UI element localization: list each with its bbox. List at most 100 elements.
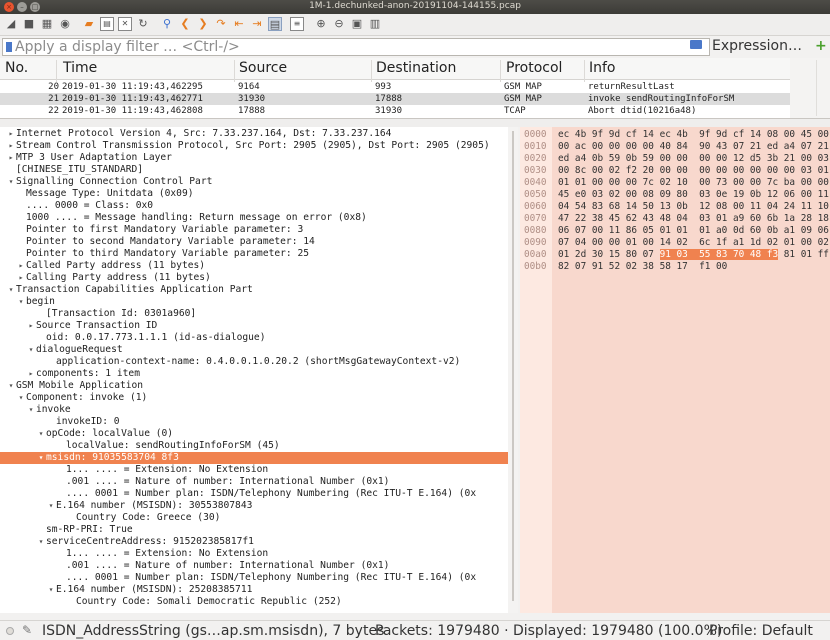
collapse-arrow-icon[interactable]: ▾ (36, 428, 46, 440)
detail-tree-item[interactable]: ▸ MTP 3 User Adaptation Layer (0, 152, 508, 164)
byte-hex-line[interactable]: 04 54 83 68 14 50 13 0b 12 08 00 11 04 2… (558, 201, 829, 213)
detail-tree-item[interactable]: [CHINESE_ITU_STANDARD] (0, 164, 508, 176)
detail-tree-item[interactable]: ▸ Calling Party address (11 bytes) (0, 272, 508, 284)
column-header-destination[interactable]: Destination (376, 60, 456, 76)
detail-tree-item[interactable]: ▾ msisdn: 91035583704 8f3 (0, 452, 508, 464)
expand-arrow-icon[interactable]: ▸ (6, 140, 16, 152)
edit-comment-icon[interactable]: ✎ (22, 623, 32, 637)
detail-tree-item[interactable]: ▾ invoke (0, 404, 508, 416)
find-packet-icon[interactable]: ⚲ (160, 17, 174, 31)
byte-hex-line[interactable]: 00 8c 00 02 f2 20 00 00 00 00 00 00 00 0… (558, 165, 830, 177)
detail-tree-item[interactable]: invokeID: 0 (0, 416, 508, 428)
zoom-out-icon[interactable]: ⊖ (332, 17, 346, 31)
collapse-arrow-icon[interactable]: ▾ (26, 404, 36, 416)
detail-tree-item[interactable]: ▾ serviceCentreAddress: 915202385817f1 (0, 536, 508, 548)
collapse-arrow-icon[interactable]: ▾ (46, 584, 56, 596)
collapse-arrow-icon[interactable]: ▾ (36, 452, 46, 464)
packet-list-scrollbar[interactable] (790, 58, 830, 118)
detail-tree-item[interactable]: ▾ dialogueRequest (0, 344, 508, 356)
save-file-icon[interactable]: ▤ (100, 17, 114, 31)
detail-tree-item[interactable]: ▸ Source Transaction ID (0, 320, 508, 332)
column-header-protocol[interactable]: Protocol (506, 60, 562, 76)
column-header-time[interactable]: Time (63, 60, 97, 76)
apply-filter-arrow-icon[interactable] (690, 40, 702, 49)
collapse-arrow-icon[interactable]: ▾ (6, 380, 16, 392)
open-file-icon[interactable]: ▰ (82, 17, 96, 31)
resize-columns-icon[interactable]: ▥ (368, 17, 382, 31)
detail-tree-item[interactable]: Pointer to third Mandatory Variable para… (0, 248, 508, 260)
detail-tree-item[interactable]: .... 0001 = Number plan: ISDN/Telephony … (0, 488, 508, 500)
go-first-icon[interactable]: ⇤ (232, 17, 246, 31)
expand-arrow-icon[interactable]: ▸ (6, 152, 16, 164)
capture-options-icon[interactable]: ◉ (58, 17, 72, 31)
expand-arrow-icon[interactable]: ▸ (26, 368, 36, 380)
detail-tree-item[interactable]: application-context-name: 0.4.0.0.1.0.20… (0, 356, 508, 368)
packet-row[interactable]: 22 2019-01-30 11:19:43,462808 17888 31930 TC… (0, 105, 790, 117)
normal-size-icon[interactable]: ▣ (350, 17, 364, 31)
detail-tree-item[interactable]: ▾ begin (0, 296, 508, 308)
detail-tree-item[interactable]: ▾ GSM Mobile Application (0, 380, 508, 392)
add-filter-button-icon[interactable]: + (815, 38, 827, 54)
byte-hex-line[interactable]: 47 22 38 45 62 43 48 04 03 01 a9 60 6b 1… (558, 213, 829, 225)
collapse-arrow-icon[interactable]: ▾ (16, 296, 26, 308)
detail-tree-item[interactable]: Message Type: Unitdata (0x09) (0, 188, 508, 200)
detail-tree-item[interactable]: ▸ Called Party address (11 bytes) (0, 260, 508, 272)
go-back-icon[interactable]: ❮ (178, 17, 192, 31)
byte-hex-line[interactable]: 45 e0 03 02 00 08 09 80 03 0e 19 0b 12 0… (558, 189, 829, 201)
byte-hex-line[interactable]: 82 07 91 52 02 38 58 17 f1 00 (558, 261, 727, 273)
details-scrollbar[interactable] (508, 127, 518, 613)
start-capture-icon[interactable]: ◢ (4, 17, 18, 31)
detail-tree-item[interactable]: Pointer to second Mandatory Variable par… (0, 236, 508, 248)
detail-tree-item[interactable]: .001 .... = Nature of number: Internatio… (0, 560, 508, 572)
detail-tree-item[interactable]: ▾ Transaction Capabilities Application Pa… (0, 284, 508, 296)
column-header-no[interactable]: No. (5, 60, 28, 76)
expand-arrow-icon[interactable]: ▸ (6, 128, 16, 140)
go-forward-icon[interactable]: ❯ (196, 17, 210, 31)
status-profile[interactable]: Profile: Default (709, 623, 813, 639)
detail-tree-item[interactable]: .001 .... = Nature of number: Internatio… (0, 476, 508, 488)
zoom-in-icon[interactable]: ⊕ (314, 17, 328, 31)
detail-tree-item[interactable]: .... 0000 = Class: 0x0 (0, 200, 508, 212)
restart-capture-icon[interactable]: ▦ (40, 17, 54, 31)
byte-hex-line[interactable]: 01 2d 30 15 80 07 91 03 55 83 70 48 f3 8… (558, 249, 829, 261)
stop-capture-icon[interactable]: ■ (22, 17, 36, 31)
collapse-arrow-icon[interactable]: ▾ (26, 344, 36, 356)
display-filter-input[interactable] (15, 39, 685, 55)
detail-tree-item[interactable]: Country Code: Greece (30) (0, 512, 508, 524)
detail-tree-item[interactable]: Country Code: Somali Democratic Republic… (0, 596, 508, 608)
detail-tree-item[interactable]: ▾ E.164 number (MSISDN): 30553807843 (0, 500, 508, 512)
expand-arrow-icon[interactable]: ▸ (16, 272, 26, 284)
byte-hex-line[interactable]: 07 04 00 00 01 00 14 02 6c 1f a1 1d 02 0… (558, 237, 829, 249)
colorize-icon[interactable]: ≡ (290, 17, 304, 31)
column-header-source[interactable]: Source (239, 60, 287, 76)
bookmark-icon[interactable] (6, 42, 12, 52)
detail-tree-item[interactable]: ▾ Signalling Connection Control Part (0, 176, 508, 188)
detail-tree-item[interactable]: 1... .... = Extension: No Extension (0, 464, 508, 476)
expression-button[interactable]: Expression… (712, 38, 802, 54)
collapse-arrow-icon[interactable]: ▾ (36, 536, 46, 548)
detail-tree-item[interactable]: localValue: sendRoutingInfoForSM (45) (0, 440, 508, 452)
packet-row[interactable]: 20 2019-01-30 11:19:43,462295 9164 993 GSM M… (0, 81, 790, 93)
detail-tree-item[interactable]: ▸ components: 1 item (0, 368, 508, 380)
byte-hex-line[interactable]: ed a4 0b 59 0b 59 00 00 00 00 12 d5 3b 2… (558, 153, 829, 165)
reload-file-icon[interactable]: ↻ (136, 17, 150, 31)
detail-tree-item[interactable]: ▾ E.164 number (MSISDN): 25208385711 (0, 584, 508, 596)
detail-tree-item[interactable]: 1000 .... = Message handling: Return mes… (0, 212, 508, 224)
autoscroll-icon[interactable]: ▤ (268, 17, 282, 31)
packet-row[interactable]: 21 2019-01-30 11:19:43,462771 31930 17888 GS… (0, 93, 790, 105)
detail-tree-item[interactable]: ▸ Internet Protocol Version 4, Src: 7.33.… (0, 128, 508, 140)
close-file-icon[interactable]: ✕ (118, 17, 132, 31)
byte-hex-line[interactable]: 00 ac 00 00 00 00 40 84 90 43 07 21 ed a… (558, 141, 829, 153)
detail-tree-item[interactable]: .... 0001 = Number plan: ISDN/Telephony … (0, 572, 508, 584)
column-header-info[interactable]: Info (589, 60, 616, 76)
collapse-arrow-icon[interactable]: ▾ (16, 392, 26, 404)
detail-tree-item[interactable]: ▸ Stream Control Transmission Protocol, S… (0, 140, 508, 152)
detail-tree-item[interactable]: ▾ Component: invoke (1) (0, 392, 508, 404)
byte-hex-line[interactable]: ec 4b 9f 9d cf 14 ec 4b 9f 9d cf 14 08 0… (558, 129, 829, 141)
byte-hex-line[interactable]: 01 01 00 00 00 7c 02 10 00 73 00 00 7c b… (558, 177, 829, 189)
detail-tree-item[interactable]: 1... .... = Extension: No Extension (0, 548, 508, 560)
detail-tree-item[interactable]: sm-RP-PRI: True (0, 524, 508, 536)
detail-tree-item[interactable]: oid: 0.0.17.773.1.1.1 (id-as-dialogue) (0, 332, 508, 344)
expand-arrow-icon[interactable]: ▸ (16, 260, 26, 272)
pane-splitter[interactable] (0, 119, 830, 127)
